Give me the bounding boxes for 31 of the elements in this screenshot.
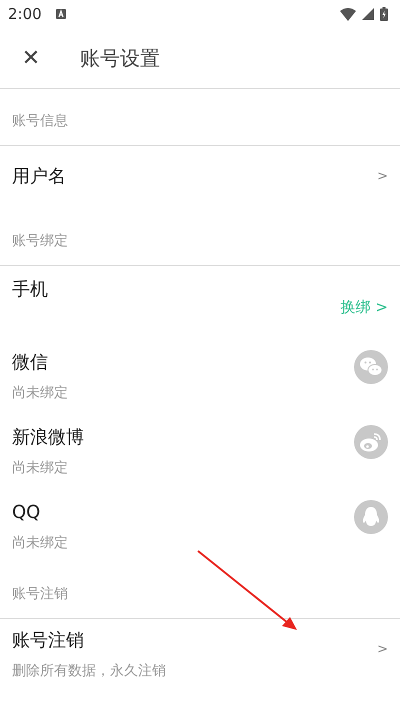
wifi-icon: [340, 8, 356, 20]
settings-row[interactable]: 用户名 >: [0, 146, 400, 209]
settings-row[interactable]: 新浪微博 尚未绑定: [0, 413, 400, 487]
settings-row[interactable]: 手机 换绑 >: [0, 266, 400, 337]
row-title: 微信: [12, 351, 49, 375]
row-title: QQ: [12, 501, 42, 525]
row-title: 账号注销: [12, 629, 85, 653]
signal-icon: [362, 8, 374, 20]
status-time: 2:00: [8, 5, 42, 23]
penguin-icon: [354, 500, 388, 534]
row-subtitle: 尚未绑定: [12, 459, 69, 478]
page-title: 账号设置: [80, 44, 160, 72]
row-subtitle: 尚未绑定: [12, 384, 69, 403]
battery-icon: [380, 7, 388, 21]
settings-row[interactable]: QQ 尚未绑定: [0, 488, 400, 562]
chevron-icon: >: [377, 640, 388, 660]
eye-waves-icon: [354, 425, 388, 459]
section-label: 账号信息: [0, 89, 400, 146]
notification-icon: [56, 9, 66, 19]
row-title: 手机: [12, 278, 49, 302]
settings-row[interactable]: 账号注销 删除所有数据，永久注销 >: [0, 619, 400, 699]
chevron-icon: >: [377, 163, 388, 191]
row-title: 新浪微博: [12, 426, 85, 450]
row-title: 用户名: [12, 165, 67, 189]
close-button[interactable]: ✕: [19, 46, 43, 70]
section-label: 账号注销: [0, 562, 400, 619]
row-subtitle: 尚未绑定: [12, 534, 69, 553]
row-subtitle: 删除所有数据，永久注销: [12, 662, 167, 681]
section-label: 账号绑定: [0, 209, 400, 266]
chat-bubbles-icon: [354, 350, 388, 384]
settings-row[interactable]: 微信 尚未绑定: [0, 338, 400, 412]
